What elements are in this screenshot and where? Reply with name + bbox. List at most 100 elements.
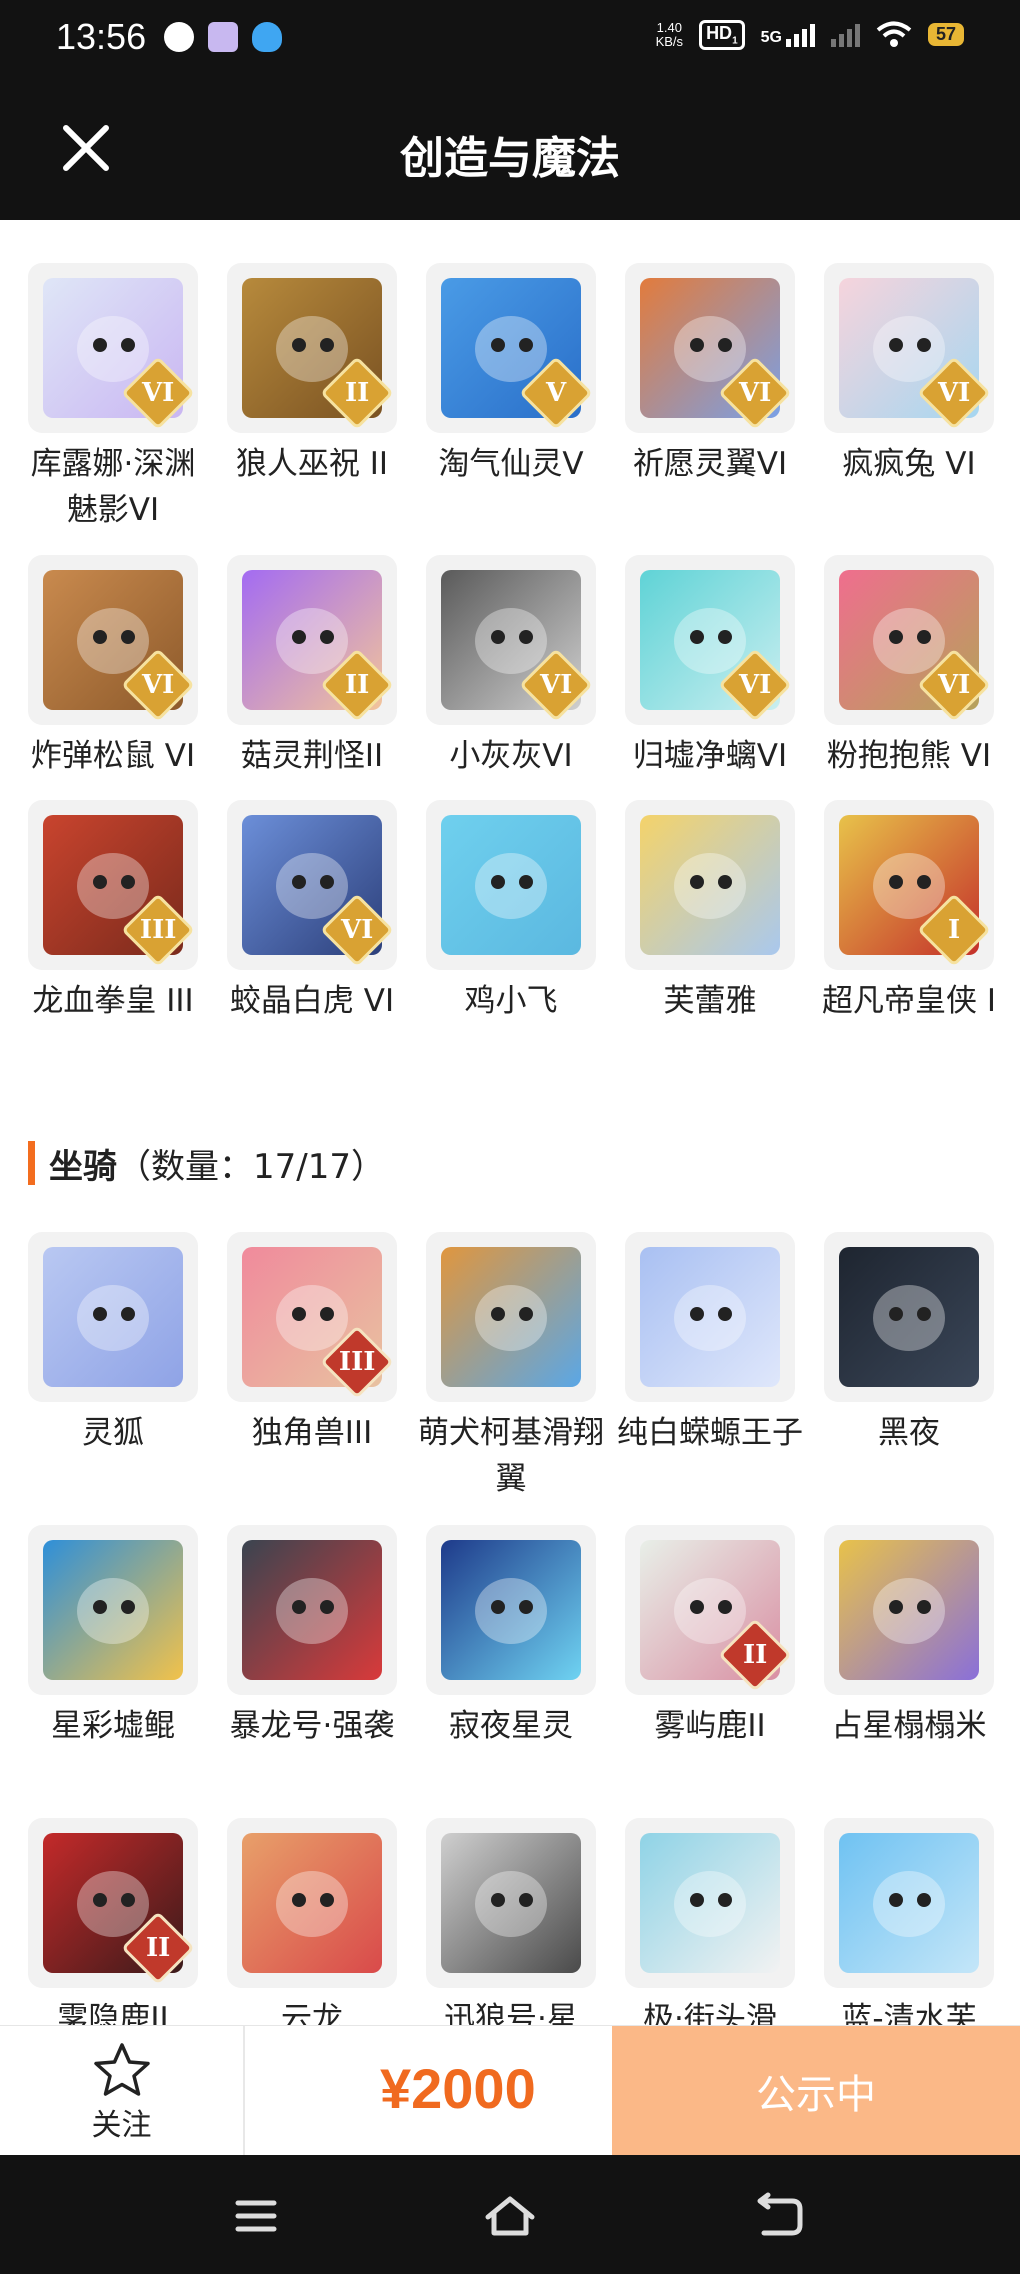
artwork-eye <box>491 630 505 644</box>
item-thumbnail: VI <box>28 263 198 433</box>
item-name: 蛟晶白虎 VI <box>229 983 395 1019</box>
battery-indicator: 57 <box>927 23 964 47</box>
back-icon[interactable] <box>748 2191 808 2241</box>
mount-item[interactable]: 星彩墟鲲 <box>13 1525 213 1749</box>
artwork-eye <box>519 875 533 889</box>
artwork-shape <box>475 608 547 674</box>
action-bar: 关注 ¥2000 公示中 <box>0 2025 1020 2156</box>
item-artwork <box>839 1247 979 1387</box>
artwork-shape <box>674 1578 746 1644</box>
item-thumbnail: VI <box>824 555 994 725</box>
item-thumbnail <box>426 1525 596 1695</box>
artwork-eye <box>121 1600 135 1614</box>
item-thumbnail: II <box>28 1818 198 1988</box>
item-name: 星彩墟鲲 <box>51 1708 175 1744</box>
artwork-shape <box>873 608 945 674</box>
item-name: 菇灵荆怪II <box>240 738 384 774</box>
pet-item[interactable]: VI 粉抱抱熊 VI <box>809 555 1009 779</box>
status-time: 13:56 <box>56 16 147 57</box>
pet-item[interactable]: III 龙血拳皇 III <box>13 800 213 1024</box>
mount-item[interactable]: 萌犬柯基滑翔翼 <box>411 1232 611 1502</box>
home-icon[interactable] <box>480 2191 540 2241</box>
mount-item[interactable]: 纯白蝾螈王子 <box>610 1232 810 1456</box>
pet-item[interactable]: II 狼人巫祝 II <box>212 263 412 487</box>
item-name: 超凡帝皇侠 I <box>822 983 996 1019</box>
page-title: 创造与魔法 <box>400 133 620 184</box>
mount-item[interactable]: 极·街头滑 <box>610 1818 810 2025</box>
artwork-eye <box>718 630 732 644</box>
artwork-eye <box>690 875 704 889</box>
item-artwork <box>43 1540 183 1680</box>
net-speed-value: 1.40 <box>656 19 682 35</box>
mount-item[interactable]: 蓝-清水芙 <box>809 1818 1009 2025</box>
pet-item[interactable]: 芙蕾雅 <box>610 800 810 1024</box>
item-name: 暴龙号·强袭 <box>229 1708 395 1744</box>
item-artwork <box>441 815 581 955</box>
signal-label: 5G <box>760 28 782 46</box>
artwork-eye <box>718 338 732 352</box>
net-speed-unit: KB/s <box>655 33 684 49</box>
follow-button[interactable]: 关注 <box>0 2026 243 2156</box>
signal-bars-2-icon <box>830 23 860 47</box>
artwork-eye <box>690 1307 704 1321</box>
mount-item[interactable]: 暴龙号·强袭 <box>212 1525 412 1749</box>
artwork-eye <box>292 1307 306 1321</box>
mount-item[interactable]: 灵狐 <box>13 1232 213 1456</box>
pet-item[interactable]: I 超凡帝皇侠 I <box>809 800 1009 1024</box>
artwork-shape <box>873 316 945 382</box>
artwork-eye <box>121 338 135 352</box>
tier-text: II <box>742 1639 768 1670</box>
mount-item[interactable]: III 独角兽III <box>212 1232 412 1456</box>
tier-text: III <box>338 1347 376 1377</box>
item-name: 蓝-清水芙 <box>841 2001 977 2025</box>
item-name: 归墟净螭VI <box>632 738 788 774</box>
mount-item[interactable]: 占星榻榻米 <box>809 1525 1009 1749</box>
section-count: （数量：17/17） <box>117 1146 385 1187</box>
pet-item[interactable]: VI 祈愿灵翼VI <box>610 263 810 487</box>
item-thumbnail <box>625 800 795 970</box>
pet-item[interactable]: VI 库露娜·深渊魅影VI <box>13 263 213 533</box>
pet-item[interactable]: VI 疯疯兔 VI <box>809 263 1009 487</box>
artwork-eye <box>917 1600 931 1614</box>
pet-item[interactable]: VI 炸弹松鼠 VI <box>13 555 213 779</box>
mount-item[interactable]: 黑夜 <box>809 1232 1009 1456</box>
pet-item[interactable]: 鸡小飞 <box>411 800 611 1024</box>
pet-item[interactable]: VI 蛟晶白虎 VI <box>212 800 412 1024</box>
item-artwork <box>43 1247 183 1387</box>
item-thumbnail: VI <box>28 555 198 725</box>
section-title: 坐骑 <box>49 1146 117 1187</box>
pet-item[interactable]: II 菇灵荆怪II <box>212 555 412 779</box>
mount-item[interactable]: II 雺隐鹿II <box>13 1818 213 2025</box>
item-thumbnail: VI <box>625 263 795 433</box>
item-artwork <box>441 1540 581 1680</box>
item-thumbnail: II <box>625 1525 795 1695</box>
content-scroll[interactable]: VI 库露娜·深渊魅影VI II 狼人巫祝 II V 淘气仙灵V VI 祈愿灵翼VI VI 疯疯兔… <box>0 220 1020 2025</box>
item-thumbnail: III <box>28 800 198 970</box>
artwork-eye <box>917 1893 931 1907</box>
pet-item[interactable]: VI 归墟净螭VI <box>610 555 810 779</box>
tier-text: II <box>145 1932 171 1963</box>
artwork-shape <box>475 853 547 919</box>
pet-item[interactable]: V 淘气仙灵V <box>411 263 611 487</box>
mount-item[interactable]: 寂夜星灵 <box>411 1525 611 1749</box>
item-artwork <box>441 1247 581 1387</box>
artwork-eye <box>690 1893 704 1907</box>
menu-icon[interactable] <box>226 2191 286 2241</box>
mount-item[interactable]: II 雾屿鹿II <box>610 1525 810 1749</box>
artwork-eye <box>718 1600 732 1614</box>
item-name: 龙血拳皇 III <box>32 983 194 1019</box>
mount-item[interactable]: 云龙 <box>212 1818 412 2025</box>
artwork-eye <box>519 1307 533 1321</box>
item-thumbnail <box>28 1525 198 1695</box>
artwork-shape <box>77 1871 149 1937</box>
publicity-status-button[interactable]: 公示中 <box>612 2026 1020 2156</box>
artwork-eye <box>292 875 306 889</box>
item-name: 占星榻榻米 <box>831 1708 987 1744</box>
artwork-eye <box>320 630 334 644</box>
item-artwork <box>441 1833 581 1973</box>
artwork-shape <box>77 1285 149 1351</box>
pet-item[interactable]: VI 小灰灰VI <box>411 555 611 779</box>
artwork-shape <box>475 1871 547 1937</box>
mount-item[interactable]: 迅狼号·星 <box>411 1818 611 2025</box>
artwork-eye <box>690 630 704 644</box>
